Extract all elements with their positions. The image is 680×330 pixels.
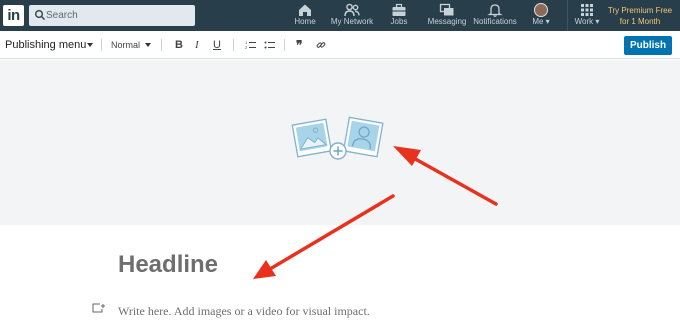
body-text-field[interactable]: Write here. Add images or a video for vi… bbox=[118, 304, 370, 319]
nav-jobs[interactable]: Jobs bbox=[384, 0, 414, 31]
nav-messaging-label: Messaging bbox=[427, 17, 467, 26]
nav-work[interactable]: Work ▾ bbox=[571, 0, 603, 31]
underline-button[interactable]: U bbox=[213, 31, 221, 59]
linkedin-logo[interactable]: in bbox=[3, 5, 24, 26]
publishing-menu-dropdown[interactable]: Publishing menu bbox=[5, 31, 86, 59]
chevron-down-icon bbox=[145, 43, 151, 47]
search-box[interactable] bbox=[29, 5, 195, 26]
home-icon bbox=[299, 4, 311, 16]
italic-button[interactable]: I bbox=[195, 31, 199, 59]
nav-my-network-label: My Network bbox=[330, 17, 374, 26]
nav-my-network[interactable]: My Network bbox=[327, 0, 377, 31]
article-editor-page: in Home My Network bbox=[0, 0, 680, 330]
premium-line-1: Try Premium Free bbox=[607, 6, 673, 15]
nav-work-label: Work ▾ bbox=[574, 17, 600, 26]
link-icon[interactable] bbox=[316, 40, 326, 50]
numbered-list-icon[interactable]: 1 2 bbox=[245, 40, 257, 50]
nav-divider bbox=[567, 0, 568, 31]
nav-messaging[interactable]: Messaging bbox=[425, 0, 469, 31]
headline-field[interactable]: Headline bbox=[118, 251, 218, 279]
add-media-icon[interactable] bbox=[92, 303, 106, 315]
search-input[interactable] bbox=[46, 6, 191, 25]
text-style-label: Normal bbox=[111, 40, 141, 50]
nav-home[interactable]: Home bbox=[286, 0, 324, 31]
grid-icon bbox=[581, 4, 593, 16]
add-circle-icon bbox=[329, 142, 347, 160]
profile-photo-icon bbox=[342, 116, 384, 158]
svg-text:2: 2 bbox=[245, 45, 248, 50]
toolbar-divider bbox=[233, 39, 234, 51]
nav-notifications[interactable]: Notifications bbox=[472, 0, 518, 31]
nav-notifications-label: Notifications bbox=[473, 17, 517, 26]
publish-button[interactable]: Publish bbox=[624, 36, 672, 55]
premium-line-2: for 1 Month bbox=[619, 17, 661, 26]
editor-toolbar: Publishing menu Normal B I U 1 2 ❞ bbox=[0, 31, 680, 59]
publishing-menu-label: Publishing menu bbox=[5, 39, 87, 51]
toolbar-divider bbox=[284, 39, 285, 51]
bold-button[interactable]: B bbox=[175, 31, 183, 59]
bell-icon bbox=[487, 4, 503, 17]
toolbar-divider bbox=[161, 39, 162, 51]
nav-jobs-label: Jobs bbox=[390, 17, 408, 26]
image-photo-icon bbox=[291, 118, 333, 158]
search-icon bbox=[35, 10, 46, 21]
messaging-icon bbox=[439, 3, 454, 16]
quote-button[interactable]: ❞ bbox=[296, 31, 302, 59]
avatar bbox=[534, 3, 548, 17]
chevron-down-icon bbox=[87, 43, 93, 47]
network-icon bbox=[344, 3, 360, 17]
nav-home-label: Home bbox=[294, 17, 316, 26]
briefcase-icon bbox=[392, 3, 406, 16]
top-nav-bar: in Home My Network bbox=[0, 0, 680, 31]
add-image-illustration[interactable] bbox=[290, 116, 386, 164]
text-style-dropdown[interactable]: Normal bbox=[111, 31, 140, 59]
bulleted-list-icon[interactable] bbox=[264, 40, 276, 50]
nav-me-label: Me ▾ bbox=[532, 17, 550, 26]
toolbar-divider bbox=[101, 39, 102, 51]
premium-upsell-link[interactable]: Try Premium Free for 1 Month bbox=[600, 5, 680, 27]
nav-me[interactable]: Me ▾ bbox=[526, 0, 556, 31]
